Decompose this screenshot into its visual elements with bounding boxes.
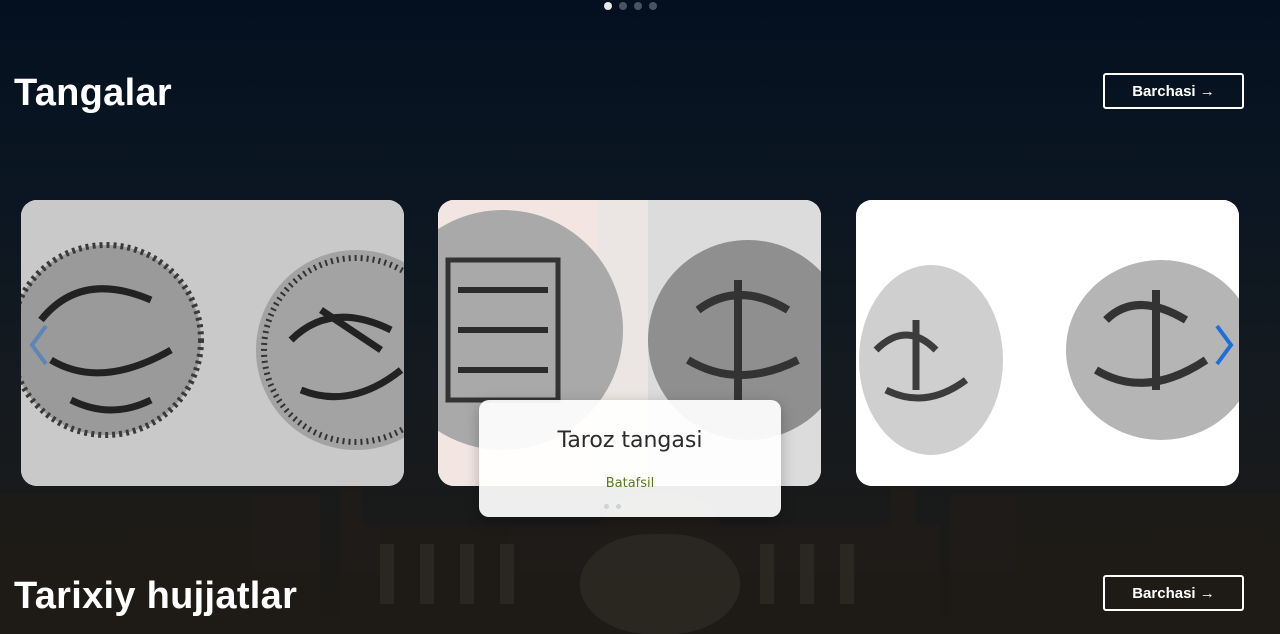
chevron-right-icon[interactable]	[1209, 318, 1239, 372]
coin-photo-icon	[21, 200, 404, 486]
carousel-dot[interactable]	[634, 2, 642, 10]
carousel-dot[interactable]	[619, 2, 627, 10]
chevron-left-icon[interactable]	[24, 318, 54, 372]
coin-card[interactable]	[856, 200, 1239, 486]
see-all-coins-button[interactable]: Barchasi →	[1103, 73, 1244, 109]
coin-carousel-dots	[604, 504, 621, 509]
carousel-dot[interactable]	[616, 504, 621, 509]
see-all-documents-button[interactable]: Barchasi →	[1103, 575, 1244, 611]
hero-carousel-dots	[604, 2, 657, 10]
carousel-dot[interactable]	[604, 504, 609, 509]
carousel-dot[interactable]	[649, 2, 657, 10]
coin-info-popup: Taroz tangasi Batafsil	[479, 400, 781, 517]
section-title-tarixiy-hujjatlar: Tarixiy hujjatlar	[14, 575, 298, 617]
coin-card[interactable]	[21, 200, 404, 486]
details-link[interactable]: Batafsil	[479, 476, 781, 491]
section-title-tangalar: Tangalar	[14, 72, 172, 114]
coin-photo-icon	[856, 200, 1239, 486]
popup-title: Taroz tangasi	[557, 428, 703, 453]
carousel-dot[interactable]	[604, 2, 612, 10]
